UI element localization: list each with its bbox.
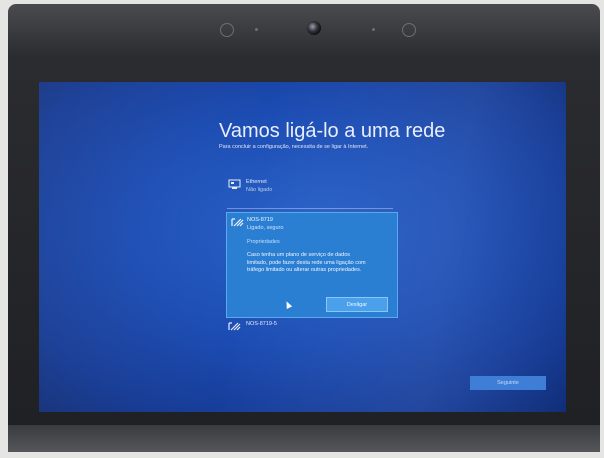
wifi-icon — [231, 218, 244, 227]
page-title: Vamos ligá-lo a uma rede — [219, 120, 446, 142]
sensor-dot-icon — [255, 28, 258, 31]
sensor-dot-icon — [372, 28, 375, 31]
network-status: Ligado, seguro — [247, 225, 284, 231]
ethernet-icon — [228, 179, 241, 189]
ir-sensor-icon — [220, 23, 234, 37]
ir-sensor-icon — [402, 23, 416, 37]
page-subtitle: Para concluir a configuração, necessita … — [219, 144, 369, 150]
mouse-cursor-icon — [283, 300, 293, 309]
network-name: NOS-8719-5 — [246, 321, 277, 327]
network-name: Ethernet — [246, 179, 267, 185]
webcam-icon — [307, 21, 321, 35]
metered-description: Caso tenha um plano de serviço de dados … — [247, 252, 366, 274]
next-button[interactable]: Seguinte — [470, 376, 546, 390]
network-status: Não ligado — [246, 187, 273, 193]
wifi-icon — [228, 322, 241, 331]
laptop-hinge — [8, 425, 600, 452]
network-item-ethernet[interactable]: Ethernet Não ligado — [228, 179, 388, 201]
oobe-screen: Vamos ligá-lo a uma rede Para concluir a… — [39, 82, 566, 412]
divider — [227, 208, 393, 209]
network-name: NOS-8719 — [247, 217, 273, 223]
network-item-nos-8719-5[interactable]: NOS-8719-5 — [228, 321, 388, 335]
disconnect-button[interactable]: Desligar — [326, 297, 388, 312]
network-item-nos-8719[interactable]: NOS-8719 Ligado, seguro Propriedades Cas… — [226, 212, 398, 318]
properties-link[interactable]: Propriedades — [247, 239, 280, 245]
